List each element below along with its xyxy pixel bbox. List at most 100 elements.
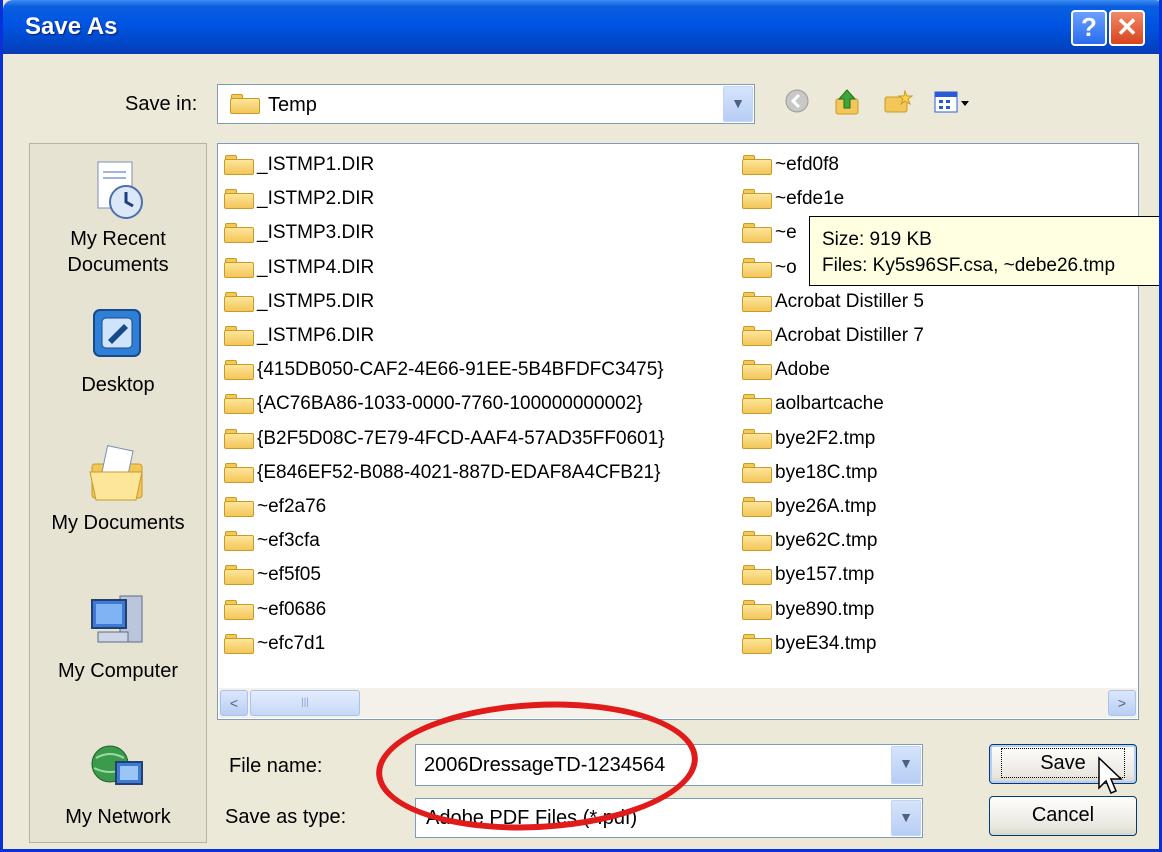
cancel-button[interactable]: Cancel <box>989 796 1137 836</box>
scroll-thumb[interactable]: ||| <box>250 690 360 716</box>
place-label: Documents <box>67 254 169 276</box>
back-icon[interactable] <box>783 88 811 116</box>
file-name-text: _ISTMP4.DIR <box>257 256 375 278</box>
views-menu-icon[interactable] <box>933 88 973 116</box>
file-list-item[interactable]: byeE34.tmp <box>742 627 924 661</box>
place-label: My Recent <box>70 228 166 250</box>
file-list-item[interactable]: bye62C.tmp <box>742 524 924 558</box>
file-list-item[interactable]: _ISTMP1.DIR <box>224 148 665 182</box>
file-name-text: byeE34.tmp <box>775 632 877 654</box>
file-list-item[interactable]: bye157.tmp <box>742 558 924 592</box>
file-name-text: bye890.tmp <box>775 598 875 620</box>
file-list-item[interactable]: ~ef3cfa <box>224 524 665 558</box>
my-network-icon <box>86 736 150 800</box>
file-list-item[interactable]: ~efc7d1 <box>224 627 665 661</box>
file-list-item[interactable]: _ISTMP5.DIR <box>224 285 665 319</box>
place-my-network[interactable]: My Network <box>30 736 206 830</box>
file-name-text: ~efde1e <box>775 188 845 210</box>
chevron-down-icon[interactable]: ▼ <box>891 746 921 784</box>
file-list-item[interactable]: ~efd0f8 <box>742 148 924 182</box>
file-list-item[interactable]: _ISTMP6.DIR <box>224 319 665 353</box>
file-list-item[interactable]: Acrobat Distiller 7 <box>742 319 924 353</box>
file-name-text: ~ef2a76 <box>257 495 327 517</box>
file-name-text: aolbartcache <box>775 393 884 415</box>
up-folder-icon[interactable] <box>833 88 861 116</box>
file-name-text: ~ef5f05 <box>257 564 321 586</box>
folder-icon <box>742 223 772 244</box>
place-my-computer[interactable]: My Computer <box>30 590 206 684</box>
place-label: My Network <box>65 806 171 828</box>
folder-icon <box>224 223 254 244</box>
tooltip-files: Files: Ky5s96SF.csa, ~debe26.tmp <box>822 255 1116 276</box>
file-list-item[interactable]: _ISTMP4.DIR <box>224 251 665 285</box>
horizontal-scrollbar[interactable]: < ||| > <box>219 688 1137 718</box>
file-list-item[interactable]: _ISTMP3.DIR <box>224 216 665 250</box>
chevron-down-icon[interactable]: ▼ <box>891 800 921 836</box>
folder-icon <box>224 155 254 176</box>
file-name-text: Adobe <box>775 359 830 381</box>
file-list-item[interactable]: ~ef2a76 <box>224 490 665 524</box>
file-list-item[interactable]: bye890.tmp <box>742 592 924 626</box>
folder-icon <box>742 462 772 483</box>
close-button[interactable]: ✕ <box>1109 10 1145 46</box>
scroll-left-button[interactable]: < <box>220 690 248 716</box>
folder-icon <box>742 394 772 415</box>
chevron-down-icon[interactable]: ▼ <box>723 86 753 122</box>
place-label: Desktop <box>81 374 155 396</box>
file-list-item[interactable]: ~efde1e <box>742 182 924 216</box>
file-list-item[interactable]: {E846EF52-B088-4021-887D-EDAF8A4CFB21} <box>224 456 665 490</box>
folder-icon <box>742 565 772 586</box>
file-list-item[interactable]: Adobe <box>742 353 924 387</box>
file-list-item[interactable]: ~ef0686 <box>224 592 665 626</box>
folder-icon <box>224 257 254 278</box>
save-in-label: Save in: <box>125 93 198 115</box>
file-name-text: bye26A.tmp <box>775 495 877 517</box>
help-button[interactable]: ? <box>1071 10 1107 46</box>
place-my-documents[interactable]: My Documents <box>30 442 206 536</box>
folder-icon <box>224 565 254 586</box>
folder-icon <box>742 189 772 210</box>
file-list-item[interactable]: bye26A.tmp <box>742 490 924 524</box>
save-in-combobox[interactable]: Temp ▼ <box>217 84 755 124</box>
file-name-text: bye18C.tmp <box>775 461 878 483</box>
file-list-item[interactable]: Acrobat Distiller 5 <box>742 285 924 319</box>
tooltip-size: Size: 919 KB <box>822 229 932 250</box>
place-my-recent-documents[interactable]: My Recent Documents <box>30 158 206 278</box>
file-list-item[interactable]: bye2F2.tmp <box>742 422 924 456</box>
file-list-item[interactable]: {415DB050-CAF2-4E66-91EE-5B4BFDFC3475} <box>224 353 665 387</box>
file-list-item[interactable]: aolbartcache <box>742 387 924 421</box>
new-folder-icon[interactable] <box>883 88 914 116</box>
save-as-type-label: Save as type: <box>225 806 347 828</box>
folder-icon <box>224 360 254 381</box>
file-list-item[interactable]: bye18C.tmp <box>742 456 924 490</box>
folder-icon <box>224 189 254 210</box>
title-bar[interactable]: Save As ? ✕ <box>3 0 1159 54</box>
file-name-text: bye2F2.tmp <box>775 427 876 449</box>
file-name-text: ~e <box>775 222 797 244</box>
folder-icon <box>224 462 254 483</box>
file-name-text: ~ef0686 <box>257 598 327 620</box>
file-name-text: ~o <box>775 256 797 278</box>
folder-icon <box>224 428 254 449</box>
file-name-text: _ISTMP6.DIR <box>257 325 375 347</box>
file-name-text: {415DB050-CAF2-4E66-91EE-5B4BFDFC3475} <box>257 359 664 381</box>
folder-icon <box>742 326 772 347</box>
folder-icon <box>742 428 772 449</box>
file-list-item[interactable]: {AC76BA86-1033-0000-7760-100000000002} <box>224 387 665 421</box>
folder-icon <box>224 326 254 347</box>
file-name-text: ~efc7d1 <box>257 632 326 654</box>
file-list-item[interactable]: ~ef5f05 <box>224 558 665 592</box>
folder-icon <box>742 633 772 654</box>
folder-icon <box>742 599 772 620</box>
file-list-item[interactable]: _ISTMP2.DIR <box>224 182 665 216</box>
scroll-right-button[interactable]: > <box>1108 690 1136 716</box>
mouse-cursor-icon <box>1097 756 1123 801</box>
my-computer-icon <box>86 590 150 654</box>
file-name-text: ~efd0f8 <box>775 154 839 176</box>
desktop-icon <box>86 304 150 368</box>
folder-tooltip: Size: 919 KB Files: Ky5s96SF.csa, ~debe2… <box>809 216 1159 286</box>
file-list-item[interactable]: {B2F5D08C-7E79-4FCD-AAF4-57AD35FF0601} <box>224 422 665 456</box>
folder-icon <box>224 531 254 552</box>
folder-icon <box>742 531 772 552</box>
place-desktop[interactable]: Desktop <box>30 304 206 398</box>
